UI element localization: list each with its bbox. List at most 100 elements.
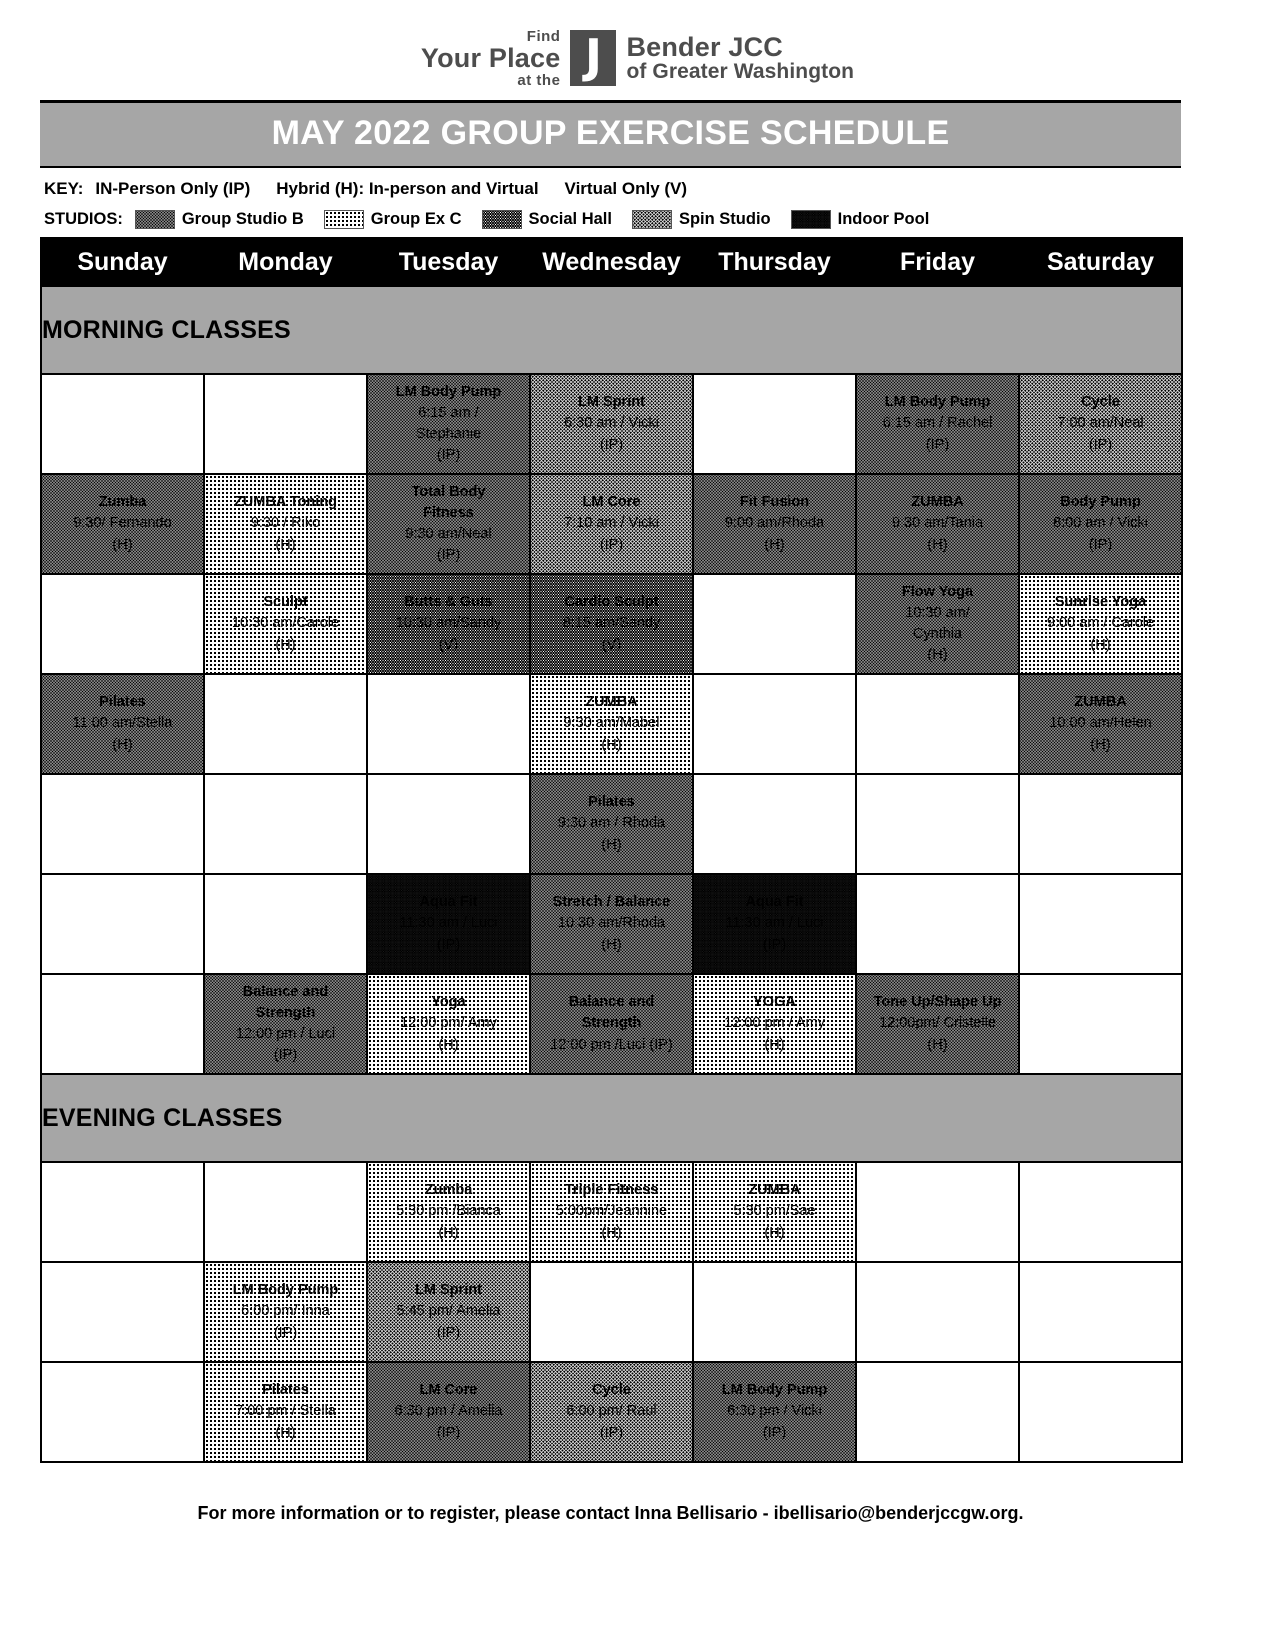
schedule-cell-class[interactable]: Body Pump 8:00 am / Vicki (IP) xyxy=(1018,473,1183,575)
schedule-cell-class[interactable]: LM Core 7:10 am / Vicki (IP) xyxy=(529,473,694,575)
class-name: LM Body Pump xyxy=(884,394,991,411)
logo-org-subtitle: of Greater Washington xyxy=(626,60,855,84)
schedule-row: Pilates 7:00 pm / Stella (H) LM Core 6:30 pm… xyxy=(40,1361,1183,1463)
class-name: Pilates xyxy=(262,1382,309,1399)
schedule-row: Aqua Fit 11:30 am / Luci (IP) Stretch / Bal… xyxy=(40,873,1183,975)
class-mode-badge: (IP) xyxy=(273,1324,298,1341)
schedule-cell-class[interactable]: Cycle 7:00 am/Neal (IP) xyxy=(1018,373,1183,475)
class-mode-badge: (IP) xyxy=(436,547,461,564)
class-name: LM Sprint xyxy=(415,1282,482,1299)
class-mode-badge: (IP) xyxy=(599,536,624,553)
class-name-line2: Fitness xyxy=(423,504,474,521)
class-mode-badge: (H) xyxy=(112,736,133,753)
schedule-cell-class[interactable]: Aqua Fit 11:30 am / Luci (IP) xyxy=(692,873,857,975)
day-header-friday: Friday xyxy=(855,237,1020,287)
schedule-cell-class[interactable]: LM Sprint 5:45 pm/ Amelia (IP) xyxy=(366,1261,531,1363)
swatch-icon-group-ex-c xyxy=(323,210,364,229)
key-legend: KEY: IN-Person Only (IP) Hybrid (H): In-pe… xyxy=(40,168,1181,203)
class-time-instructor: 12:00pm/ Cristelle xyxy=(879,1015,996,1032)
class-mode-badge: (H) xyxy=(601,736,622,753)
class-mode-badge: (H) xyxy=(601,836,622,853)
schedule-cell-class[interactable]: Balance and Strength 12:00 pm / Luci (IP) xyxy=(203,973,368,1075)
class-name: Zumba xyxy=(424,1182,473,1199)
class-time-instructor: 9:30 am / Rhoda xyxy=(557,815,666,832)
schedule-cell-class[interactable]: ZUMBA 9:30 am/Tania (H) xyxy=(855,473,1020,575)
schedule-cell-empty xyxy=(1018,873,1183,975)
schedule-cell-empty xyxy=(203,373,368,475)
schedule-row: Zumba 5:30 pm /Bianca (H) Triple Fitness 5:0… xyxy=(40,1161,1183,1263)
class-time-instructor: 7:10 am / Vicki xyxy=(564,515,659,532)
class-mode-badge: (H) xyxy=(275,536,296,553)
class-time-instructor: 6:15 am / xyxy=(418,404,479,421)
schedule-cell-class[interactable]: LM Body Pump 6:30 pm / Vicki (IP) xyxy=(692,1361,857,1463)
class-name: ZUMBA Toning xyxy=(233,494,338,511)
schedule-cell-empty xyxy=(692,773,857,875)
class-mode-badge: (IP) xyxy=(436,936,461,953)
class-name: LM Body Pump xyxy=(395,383,502,400)
schedule-cell-class[interactable]: Balance and Strength 12:00 pm /Luci (IP) xyxy=(529,973,694,1075)
class-time-instructor: 9:00 am / Carole xyxy=(1046,615,1155,632)
schedule-cell-class[interactable]: Fit Fusion 9:00 am/Rhoda (H) xyxy=(692,473,857,575)
schedule-row: LM Body Pump 6:00 pm/ Inna (IP) LM Sprint 5:… xyxy=(40,1261,1183,1363)
schedule-cell-class[interactable]: LM Body Pump 6:00 pm/ Inna (IP) xyxy=(203,1261,368,1363)
day-header-tuesday: Tuesday xyxy=(366,237,531,287)
schedule-header-row: Sunday Monday Tuesday Wednesday Thursday Frid… xyxy=(40,237,1183,287)
schedule-cell-empty xyxy=(40,973,205,1075)
schedule-cell-empty xyxy=(1018,1361,1183,1463)
schedule-cell-class[interactable]: Pilates 7:00 pm / Stella (H) xyxy=(203,1361,368,1463)
footer-contact: For more information or to register, ple… xyxy=(197,1503,1024,1523)
class-name: Zumba xyxy=(98,494,147,511)
schedule-cell-class[interactable]: Total Body Fitness 9:30 am/Neal (IP) xyxy=(366,473,531,575)
class-time-instructor: 6:00 pm/ Raul xyxy=(566,1403,657,1420)
schedule-cell-empty xyxy=(203,873,368,975)
schedule-row: Sculpt 10:30 am/Carole (H) Butts & Guts 10:3… xyxy=(40,573,1183,675)
class-time-instructor: 5:45 pm/ Amelia xyxy=(396,1303,501,1320)
studios-label: STUDIOS: xyxy=(44,210,123,228)
class-name: ZUMBA xyxy=(585,694,638,711)
schedule-cell-class[interactable]: Sunrise Yoga 9:00 am / Carole (H) xyxy=(1018,573,1183,675)
schedule-cell-class[interactable]: Yoga 12:00 pm/ Amy (H) xyxy=(366,973,531,1075)
schedule-cell-empty xyxy=(203,773,368,875)
schedule-cell-class[interactable]: ZUMBA 10:00 am/Helen (H) xyxy=(1018,673,1183,775)
schedule-cell-class[interactable]: Zumba 5:30 pm /Bianca (H) xyxy=(366,1161,531,1263)
schedule-cell-class[interactable]: LM Core 6:30 pm / Amelia (IP) xyxy=(366,1361,531,1463)
class-name: Cycle xyxy=(1081,394,1120,411)
class-time-instructor: 6:30 pm / Vicki xyxy=(727,1403,822,1420)
class-mode-badge: (H) xyxy=(275,1424,296,1441)
class-mode-badge: (H) xyxy=(1090,736,1111,753)
schedule-cell-class[interactable]: ZUMBA Toning 9:30 / Riko (H) xyxy=(203,473,368,575)
schedule-cell-class[interactable]: YOGA 12:00 pm / Amy (H) xyxy=(692,973,857,1075)
schedule-cell-class[interactable]: Sculpt 10:30 am/Carole (H) xyxy=(203,573,368,675)
class-mode-badge: (IP) xyxy=(1088,536,1113,553)
schedule-cell-empty xyxy=(366,773,531,875)
class-name: Aqua Fit xyxy=(419,894,478,911)
schedule-cell-class[interactable]: LM Sprint 6:30 am / Vicki (IP) xyxy=(529,373,694,475)
class-time-instructor: 5:30 pm/Sae xyxy=(733,1203,816,1220)
class-name: ZUMBA xyxy=(911,494,964,511)
section-band-morning: MORNING CLASSES xyxy=(40,285,1183,375)
schedule-cell-class[interactable]: Pilates 11:00 am/Stella (H) xyxy=(40,673,205,775)
schedule-cell-class[interactable]: LM Body Pump 6:15 am / Stephanie (IP) xyxy=(366,373,531,475)
class-time-instructor: 9:30/ Fernando xyxy=(73,515,172,532)
schedule-cell-class[interactable]: Zumba 9:30/ Fernando (H) xyxy=(40,473,205,575)
schedule-cell-empty xyxy=(40,373,205,475)
class-mode-badge: (H) xyxy=(601,936,622,953)
schedule-cell-class[interactable]: Cardio Sculpt 8:15 am/Sandy (V) xyxy=(529,573,694,675)
class-time-instructor: 5:30 pm /Bianca xyxy=(396,1203,501,1220)
day-header-sunday: Sunday xyxy=(40,237,205,287)
schedule-cell-class[interactable]: Aqua Fit 11:30 am / Luci (IP) xyxy=(366,873,531,975)
schedule-cell-class[interactable]: Pilates 9:30 am / Rhoda (H) xyxy=(529,773,694,875)
schedule-cell-empty xyxy=(855,873,1020,975)
schedule-cell-class[interactable]: Tone Up/Shape Up 12:00pm/ Cristelle (H) xyxy=(855,973,1020,1075)
schedule-cell-class[interactable]: Flow Yoga 10:30 am/Cynthia (H) xyxy=(855,573,1020,675)
schedule-cell-empty xyxy=(692,673,857,775)
schedule-cell-class[interactable]: ZUMBA 5:30 pm/Sae (H) xyxy=(692,1161,857,1263)
schedule-cell-class[interactable]: ZUMBA 9:30 am/Mabel (H) xyxy=(529,673,694,775)
schedule-cell-class[interactable]: Cycle 6:00 pm/ Raul (IP) xyxy=(529,1361,694,1463)
schedule-cell-class[interactable]: Stretch / Balance 10:30 am/Rhoda (H) xyxy=(529,873,694,975)
schedule-cell-class[interactable]: Triple Fitness 5:00pm/Jeannine (H) xyxy=(529,1161,694,1263)
class-mode-badge: (H) xyxy=(601,1224,622,1241)
logo-lockup: Find Your Place at the J Bender JCC of G… xyxy=(421,29,854,88)
schedule-cell-class[interactable]: Butts & Guts 10:30 am/Sandy (V) xyxy=(366,573,531,675)
schedule-cell-class[interactable]: LM Body Pump 6:15 am / Rachel (IP) xyxy=(855,373,1020,475)
